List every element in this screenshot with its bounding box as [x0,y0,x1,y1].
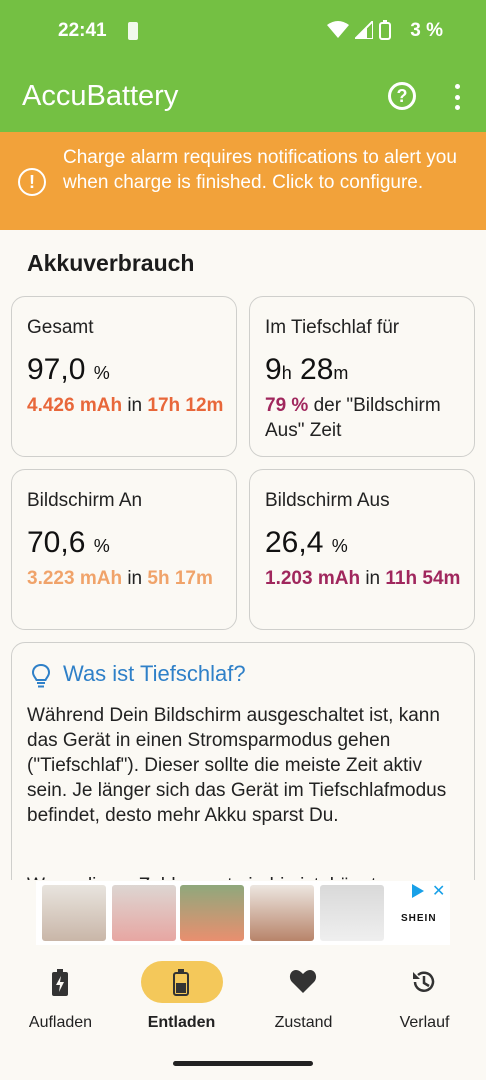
cell-signal-icon [355,21,373,39]
info-body: Während Dein Bildschirm ausgeschaltet is… [27,705,447,826]
ad-content[interactable]: SHEIN [36,881,450,945]
nav-item-entladen[interactable]: Entladen [121,946,242,1042]
card-detail: 4.426 mAh in 17h 12m [27,395,224,416]
ad-product-image[interactable] [112,885,176,941]
status-icons [327,20,391,40]
status-bar: 22:41 3 % [0,18,486,44]
wifi-icon [327,21,349,38]
card-total: Gesamt 97,0 % 4.426 mAh in 17h 12m [11,296,237,457]
card-detail: 3.223 mAh in 5h 17m [27,568,213,589]
status-time: 22:41 [58,20,107,41]
alert-circle-icon: ! [18,168,46,196]
more-vert-icon[interactable] [450,84,464,110]
card-value: 70,6 % [27,526,110,559]
ad-choices-icon[interactable] [412,884,424,898]
section-title: Akkuverbrauch [27,250,195,276]
battery-discharging-icon [173,969,189,996]
card-label: Bildschirm An [27,490,143,511]
card-value: 26,4 % [265,526,348,559]
nav-label: Entladen [147,1014,216,1031]
card-detail: 1.203 mAh in 11h 54m [265,568,461,589]
info-card-deepsleep[interactable]: Was ist Tiefschlaf? Während Dein Bildsch… [11,642,475,902]
alert-text[interactable]: Charge alarm requires notifications to a… [63,145,473,195]
ad-banner[interactable]: SHEIN ✕ [0,880,486,946]
battery-saver-icon [128,22,138,40]
heart-icon [289,970,317,993]
nav-label: Aufladen [28,1014,93,1031]
card-label: Gesamt [27,317,94,338]
ad-product-image[interactable] [320,885,384,941]
ad-product-image[interactable] [42,885,106,941]
top-app-bar: 22:41 3 % AccuBattery ? [0,0,486,132]
card-value: 9h 28m [265,353,349,386]
ad-close-icon[interactable]: ✕ [432,881,445,901]
card-value: 97,0 % [27,353,110,386]
ad-product-image[interactable] [250,885,314,941]
history-icon [413,971,435,992]
card-deepsleep: Im Tiefschlaf für 9h 28m 79 % der "Bilds… [249,296,475,457]
lightbulb-icon [32,663,50,688]
nav-label: Zustand [274,1014,333,1031]
info-title: Was ist Tiefschlaf? [63,661,246,686]
card-detail: 79 % der "Bildschirm Aus" Zeit [265,395,441,441]
nav-item-zustand[interactable]: Zustand [243,946,364,1042]
nav-item-verlauf[interactable]: Verlauf [364,946,485,1042]
bottom-navigation: Aufladen Entladen Zustand Verlauf [0,946,486,1080]
card-screen-off: Bildschirm Aus 26,4 % 1.203 mAh in 11h 5… [249,469,475,630]
ad-brand-logo: SHEIN [401,913,437,924]
nav-item-aufladen[interactable]: Aufladen [0,946,121,1042]
battery-icon [379,20,391,40]
gesture-bar[interactable] [173,1061,313,1066]
card-screen-on: Bildschirm An 70,6 % 3.223 mAh in 5h 17m [11,469,237,630]
help-circle-icon[interactable]: ? [388,82,416,110]
ad-product-image[interactable] [180,885,244,941]
card-label: Bildschirm Aus [265,490,390,511]
nav-label: Verlauf [399,1014,450,1031]
status-battery-percent: 3 % [410,20,443,41]
card-label: Im Tiefschlaf für [265,317,400,338]
app-title: AccuBattery [22,80,179,112]
battery-charging-icon [52,969,68,996]
